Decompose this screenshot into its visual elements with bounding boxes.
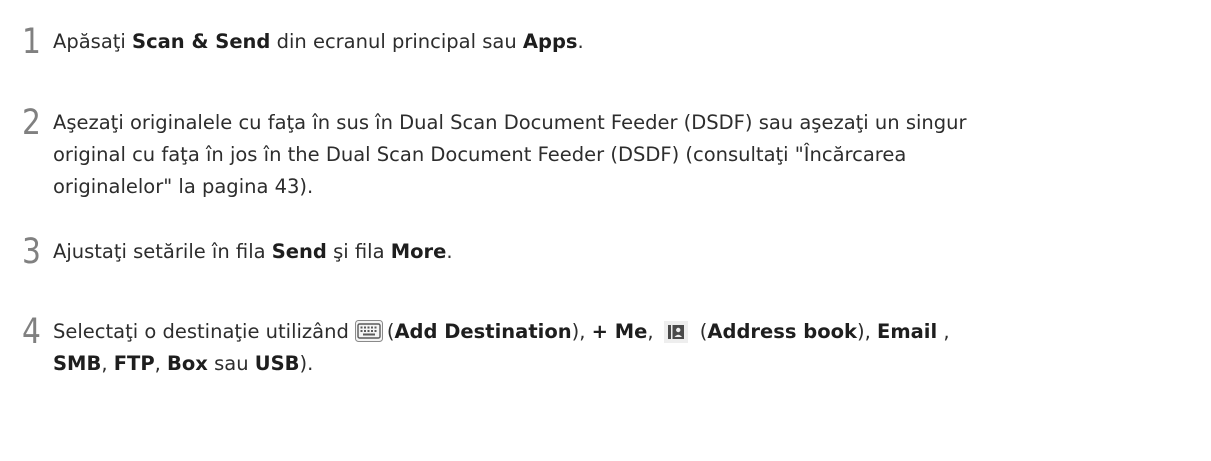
send-tab-label: Send	[271, 240, 327, 263]
text-line: Aşezaţi originalele cu faţa în sus în Du…	[53, 111, 967, 134]
text-run: sau	[207, 352, 255, 375]
text-line: originalelor" la pagina 43).	[53, 175, 314, 198]
scan-send-label: Scan & Send	[132, 30, 271, 53]
text-line: Selectaţi o destinaţie utilizând (Add De…	[53, 316, 950, 348]
step-number: 4	[22, 312, 41, 352]
text-run: ),	[856, 320, 877, 343]
smb-label: SMB	[53, 352, 102, 375]
text-run: Apăsaţi	[53, 30, 133, 53]
text-run: ,	[647, 320, 660, 343]
text-line: SMB, FTP, Box sau USB).	[53, 348, 950, 380]
text-run: şi fila	[326, 240, 391, 263]
box-label: Box	[167, 352, 208, 375]
text-line: original cu faţa în jos în the Dual Scan…	[53, 143, 907, 166]
email-label: Email	[877, 320, 938, 343]
usb-label: USB	[254, 352, 300, 375]
text-run: Selectaţi o destinaţie utilizând	[53, 320, 349, 343]
step-number: 2	[22, 103, 41, 143]
more-tab-label: More	[390, 240, 447, 263]
keyboard-icon	[354, 320, 383, 342]
step-number: 3	[22, 232, 41, 272]
step-text: Apăsaţi Scan & Send din ecranul principa…	[53, 26, 584, 58]
text-run: ),	[571, 320, 592, 343]
me-label: + Me	[591, 320, 648, 343]
text-run: ,	[937, 320, 950, 343]
text-run: ,	[154, 352, 168, 375]
step-text: Selectaţi o destinaţie utilizând (Add De…	[53, 316, 950, 380]
text-run: din ecranul principal sau	[270, 30, 523, 53]
step-text: Ajustaţi setările în fila Send şi fila M…	[53, 236, 453, 268]
instruction-steps: 1 Apăsaţi Scan & Send din ecranul princi…	[0, 0, 1211, 461]
text-run: ).	[299, 352, 314, 375]
address-book-icon	[663, 321, 688, 343]
add-destination-label: Add Destination	[394, 320, 572, 343]
text-run: .	[446, 240, 453, 263]
ftp-label: FTP	[113, 352, 155, 375]
text-run: Ajustaţi setările în fila	[53, 240, 272, 263]
text-run: ,	[101, 352, 114, 375]
text-run: .	[577, 30, 584, 53]
step-text: Aşezaţi originalele cu faţa în sus în Du…	[53, 107, 967, 203]
address-book-label: Address book	[707, 320, 857, 343]
apps-label: Apps	[522, 30, 578, 53]
step-number: 1	[22, 22, 41, 62]
